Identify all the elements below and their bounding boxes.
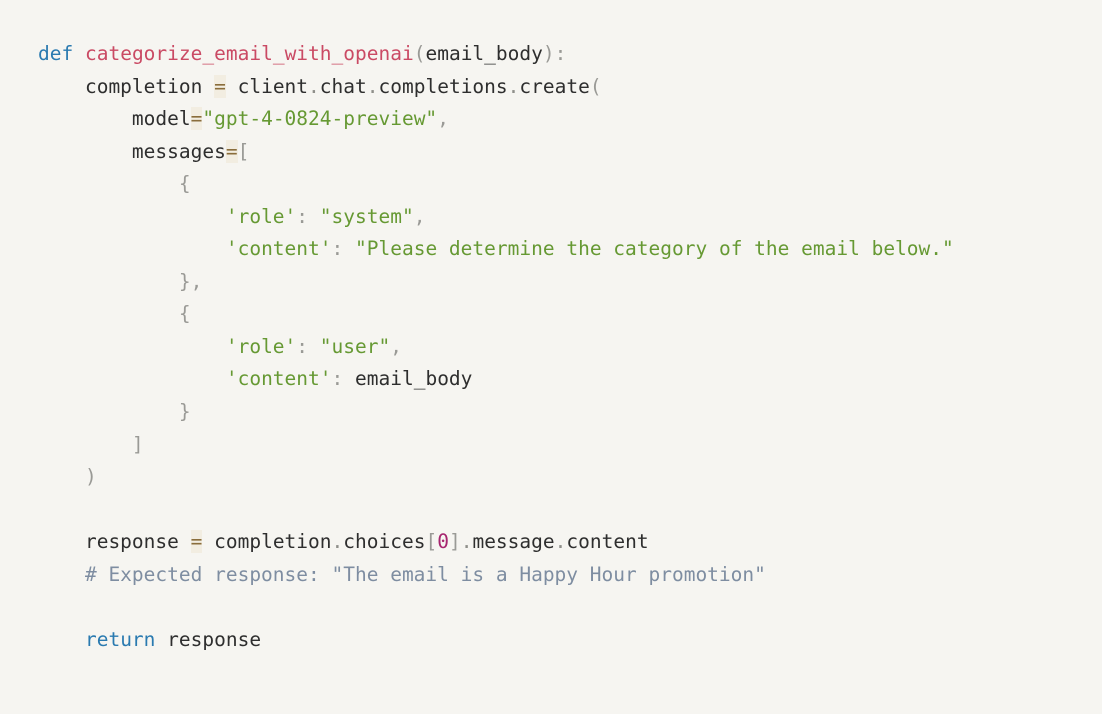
code-line: 'role': "user", [38, 331, 1102, 364]
code-token: "user" [319, 334, 391, 358]
code-token: . [331, 530, 344, 554]
code-token: }, [38, 269, 203, 293]
code-line: 'content': email_body [38, 363, 1102, 396]
code-token: ( [413, 42, 426, 65]
code-token: email_body [355, 367, 473, 391]
code-token: : [554, 42, 567, 65]
code-token: completion [38, 74, 215, 98]
code-token: 'role' [225, 334, 297, 358]
code-token: message [472, 530, 555, 554]
code-token: categorize_email_with_openai [84, 42, 414, 65]
code-line: 'role': "system", [38, 201, 1102, 234]
code-line: { [38, 168, 1102, 201]
code-token: . [507, 74, 520, 98]
code-token: { [38, 172, 191, 196]
code-token: ( [589, 74, 602, 98]
code-token: , [437, 107, 449, 131]
code-line: return response [38, 624, 1102, 657]
code-token: # Expected response: "The email is a Hap… [38, 562, 766, 586]
code-token: = [190, 107, 203, 131]
code-line: response = completion.choices[0].message… [38, 526, 1102, 559]
code-token: 0 [437, 530, 449, 554]
code-token: "system" [319, 204, 414, 228]
code-token: ) [38, 465, 97, 489]
code-token: client [225, 74, 309, 98]
code-token: def [38, 42, 74, 65]
code-token: messages [38, 139, 226, 163]
code-token: response [38, 530, 191, 554]
code-line: completion = client.chat.completions.cre… [38, 71, 1102, 104]
code-line: 'content': "Please determine the categor… [38, 233, 1102, 266]
code-line: }, [38, 266, 1102, 299]
code-line: } [38, 396, 1102, 429]
code-token: 'role' [225, 204, 297, 228]
code-line: messages=[ [38, 136, 1102, 169]
code-token: . [308, 74, 320, 98]
code-token: 'content' [225, 237, 332, 261]
code-token: [ [425, 530, 438, 554]
code-token: model [38, 107, 191, 131]
code-token: choices [343, 530, 426, 554]
code-line [38, 591, 1102, 624]
code-line: ] [38, 429, 1102, 462]
code-token: = [225, 139, 238, 163]
code-token: : [331, 367, 344, 391]
code-token: chat [319, 74, 367, 98]
code-token: } [38, 400, 191, 424]
code-line: def categorize_email_with_openai(email_b… [38, 38, 1102, 71]
code-token: : [296, 334, 309, 358]
code-token: . [366, 74, 379, 98]
code-token: , [413, 204, 426, 228]
code-token: . [554, 530, 567, 554]
code-token: 'content' [225, 367, 332, 391]
code-token: completions [378, 74, 508, 98]
code-line: ) [38, 461, 1102, 494]
code-token: : [296, 204, 309, 228]
code-token: return [84, 627, 156, 651]
code-token: "Please determine the category of the em… [355, 237, 954, 261]
code-token: completion [202, 530, 332, 554]
code-token: email_body [425, 42, 543, 65]
code-line [38, 494, 1102, 527]
code-token: ] [448, 530, 461, 554]
code-token: [ [237, 139, 250, 163]
code-token: , [390, 334, 402, 358]
code-token: : [331, 237, 344, 261]
code-token: ) [542, 42, 555, 65]
code-token: create [519, 74, 590, 98]
code-token: . [460, 530, 473, 554]
code-token: = [214, 74, 226, 98]
code-block: def categorize_email_with_openai(email_b… [0, 0, 1102, 656]
code-token: "gpt-4-0824-preview" [202, 107, 438, 131]
code-line: { [38, 298, 1102, 331]
code-line: model="gpt-4-0824-preview", [38, 103, 1102, 136]
code-token: response [155, 627, 262, 651]
code-token: content [566, 530, 649, 554]
code-line: # Expected response: "The email is a Hap… [38, 559, 1102, 592]
code-token: = [190, 530, 203, 554]
code-token: ] [38, 432, 144, 456]
code-token: { [38, 302, 191, 326]
